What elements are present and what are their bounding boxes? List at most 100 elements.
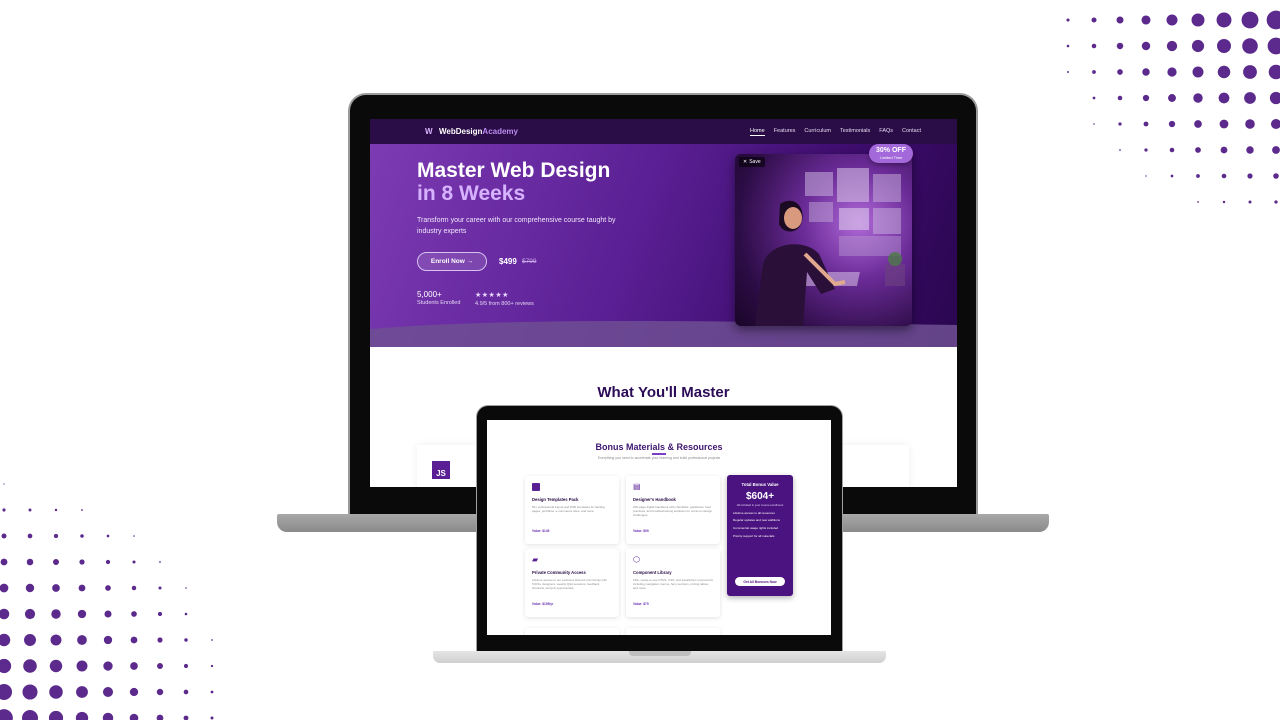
- decorative-dot: [54, 508, 58, 512]
- bonus-card-community[interactable]: ▰ Private Community Access Lifetime acce…: [525, 549, 619, 617]
- decorative-dot: [106, 534, 110, 538]
- logo-accent[interactable]: Academy: [482, 127, 518, 136]
- decorative-dot: [1243, 65, 1257, 79]
- decorative-dot: [1119, 149, 1121, 151]
- decorative-dot: [1067, 71, 1069, 73]
- total-bonus-item: Priority support for all materials: [733, 533, 775, 538]
- decorative-dot: [183, 715, 189, 720]
- decorative-dot: [24, 634, 36, 646]
- decorative-dot: [1166, 40, 1178, 52]
- decorative-dot: [51, 609, 61, 619]
- decorative-dot: [27, 533, 33, 539]
- decorative-dot: [0, 658, 12, 674]
- decorative-dot: [0, 608, 10, 620]
- designer-illustration: [755, 168, 905, 326]
- decorative-dot: [1194, 120, 1202, 128]
- bonus-card-name: Design Templates Pack: [532, 497, 579, 502]
- decorative-dot: [1168, 120, 1176, 128]
- bonus-card-templates[interactable]: Design Templates Pack 50+ professional F…: [525, 476, 619, 544]
- decorative-dot: [23, 659, 37, 673]
- nav-link-testimonials[interactable]: Testimonials: [840, 128, 870, 136]
- nav-link-home[interactable]: Home: [750, 128, 765, 136]
- decorative-dot: [1145, 175, 1147, 177]
- save-chip[interactable]: ✕ Save: [739, 157, 765, 167]
- decorative-dot: [156, 714, 164, 720]
- decorative-dot: [1, 533, 7, 539]
- psd-file-icon: [532, 483, 540, 491]
- bonus-card-handbook[interactable]: ▤ Designer's Handbook 200-page digital h…: [626, 476, 720, 544]
- decorative-dot: [184, 612, 188, 616]
- decorative-dot: [76, 660, 88, 672]
- nav-link-curriculum[interactable]: Curriculum: [804, 128, 831, 136]
- decorative-dot: [183, 663, 189, 669]
- decorative-dot: [1217, 65, 1231, 79]
- decorative-dot: [2, 508, 6, 512]
- bonus-card-components[interactable]: ⬡ Component Library 150+ ready-to-use HT…: [626, 549, 720, 617]
- total-bonus-card: Total Bonus Value $604+ All included in …: [727, 475, 793, 596]
- logo-icon: W: [425, 126, 433, 136]
- decorative-dot: [53, 533, 59, 539]
- decorative-dot: [129, 713, 139, 720]
- decorative-dot: [1246, 146, 1254, 154]
- section-title: What You'll Master: [597, 384, 730, 401]
- bonus-card-partial: [525, 628, 619, 635]
- decorative-dot: [1267, 37, 1280, 55]
- decorative-dot: [211, 639, 213, 641]
- decorative-dot: [1196, 174, 1200, 178]
- decorative-dot: [156, 688, 164, 696]
- decorative-dot: [25, 583, 35, 593]
- bonus-card-desc: 200-page digital handbook with checklist…: [633, 505, 713, 518]
- decorative-dot: [79, 559, 85, 565]
- discount-badge-sub: Limited Time: [879, 155, 903, 160]
- decorative-dot: [49, 659, 63, 673]
- small-laptop-notch: [629, 651, 691, 656]
- nav-link-contact[interactable]: Contact: [902, 128, 921, 136]
- bonus-subtitle: Everything you need to accelerate your l…: [597, 456, 721, 460]
- decorative-dot: [24, 608, 36, 620]
- close-icon: ✕: [743, 159, 748, 165]
- bonus-card-name: Private Community Access: [532, 570, 586, 575]
- decorative-dot: [1118, 122, 1122, 126]
- decorative-dot: [1117, 95, 1123, 101]
- decorative-dot: [1195, 147, 1201, 153]
- decorative-dot: [1217, 39, 1231, 53]
- decorative-dot: [1248, 200, 1252, 204]
- decorative-dot: [1272, 146, 1280, 154]
- decorative-dot: [75, 711, 89, 720]
- decorative-dot: [102, 686, 114, 698]
- decorative-dot: [49, 685, 63, 699]
- bonus-title-underline: [652, 453, 666, 455]
- bonus-card-value: Value: $99: [633, 529, 649, 533]
- decorative-dot: [1167, 67, 1177, 77]
- decorative-dot: [1222, 200, 1226, 204]
- decorative-dot: [1247, 173, 1253, 179]
- decorative-dot: [22, 684, 38, 700]
- nav-link-features[interactable]: Features: [774, 128, 796, 136]
- decorative-dot: [1166, 14, 1178, 26]
- decorative-dot: [132, 560, 136, 564]
- rating-stars-icon: ★★★★★: [475, 292, 509, 299]
- decorative-dot: [1270, 118, 1280, 130]
- get-all-bonuses-button[interactable]: Get All Bonuses Now: [735, 577, 785, 586]
- price-current: $499: [499, 257, 517, 266]
- bonus-card-name: Component Library: [633, 570, 672, 575]
- decorative-dot: [76, 686, 88, 698]
- decorative-dot: [1216, 12, 1232, 28]
- decorative-dot: [157, 611, 163, 617]
- hero-title-line1: Master Web Design: [417, 159, 611, 182]
- decorative-dot: [1221, 173, 1227, 179]
- decorative-dot: [1245, 119, 1255, 129]
- logo-name[interactable]: WebDesign: [439, 127, 482, 136]
- total-bonus-title: Total Bonus Value: [741, 482, 779, 487]
- decorative-dot: [48, 710, 64, 720]
- nav-link-faqs[interactable]: FAQs: [879, 128, 893, 136]
- decorative-dot: [1192, 66, 1204, 78]
- decorative-dot: [1142, 68, 1150, 76]
- bonus-card-value: Value: $199/yr: [532, 602, 554, 606]
- decorative-dot: [133, 535, 135, 537]
- decorative-dot: [131, 585, 137, 591]
- bonus-card-value: Value: $149: [532, 529, 550, 533]
- enroll-now-button[interactable]: Enroll Now →: [417, 252, 487, 271]
- component-icon: ⬡: [633, 555, 640, 564]
- decorative-dot: [1274, 200, 1278, 204]
